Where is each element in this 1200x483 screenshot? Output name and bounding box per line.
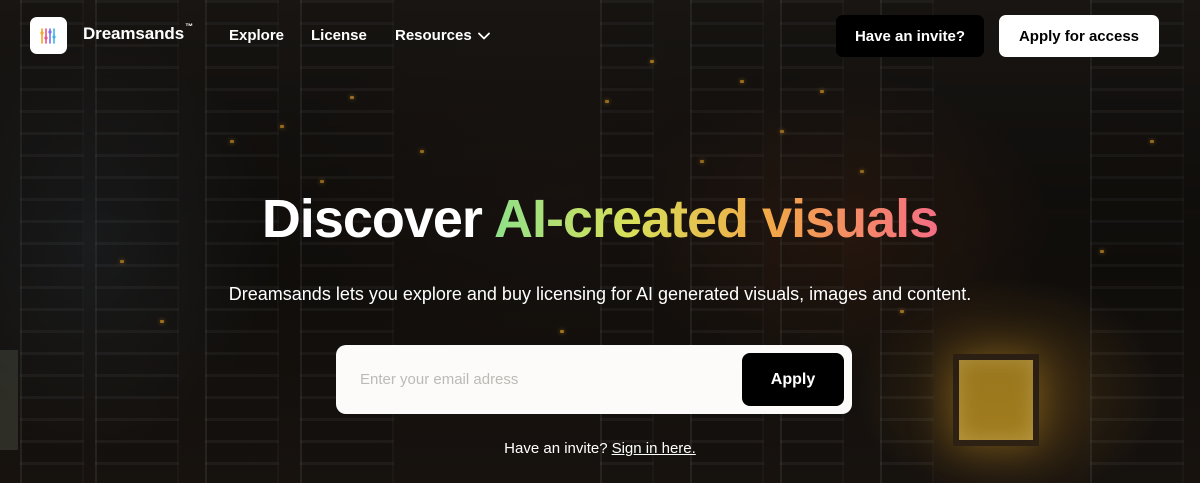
have-invite-button[interactable]: Have an invite? (836, 15, 984, 57)
apply-for-access-button[interactable]: Apply for access (999, 15, 1159, 57)
email-input[interactable] (350, 359, 750, 399)
brand-name[interactable]: Dreamsands™ (83, 22, 193, 44)
logo[interactable] (30, 17, 67, 54)
equalizer-icon (39, 27, 56, 44)
nav-explore[interactable]: Explore (229, 27, 284, 44)
nav-resources[interactable]: Resources (395, 27, 490, 44)
hero-title-gradient: AI-created visuals (493, 189, 939, 249)
email-signup-form: Apply (336, 345, 852, 414)
invite-prompt-text: Have an invite? (504, 440, 608, 457)
chevron-down-icon (477, 32, 490, 39)
apply-button[interactable]: Apply (742, 353, 844, 406)
hero-title-plain: Discover (261, 189, 483, 249)
trademark-symbol: ™ (185, 22, 193, 32)
signin-prompt: Have an invite? Sign in here. (0, 440, 1200, 457)
hero-subtitle: Dreamsands lets you explore and buy lice… (228, 284, 972, 304)
hero-title: Discover AI-created visuals (0, 188, 1200, 250)
nav-license[interactable]: License (311, 27, 367, 44)
sign-in-link[interactable]: Sign in here. (612, 440, 696, 457)
brand-text: Dreamsands (83, 24, 185, 43)
top-navbar: Dreamsands™ Explore License Resources Ha… (0, 0, 1200, 72)
nav-resources-label: Resources (395, 27, 472, 44)
